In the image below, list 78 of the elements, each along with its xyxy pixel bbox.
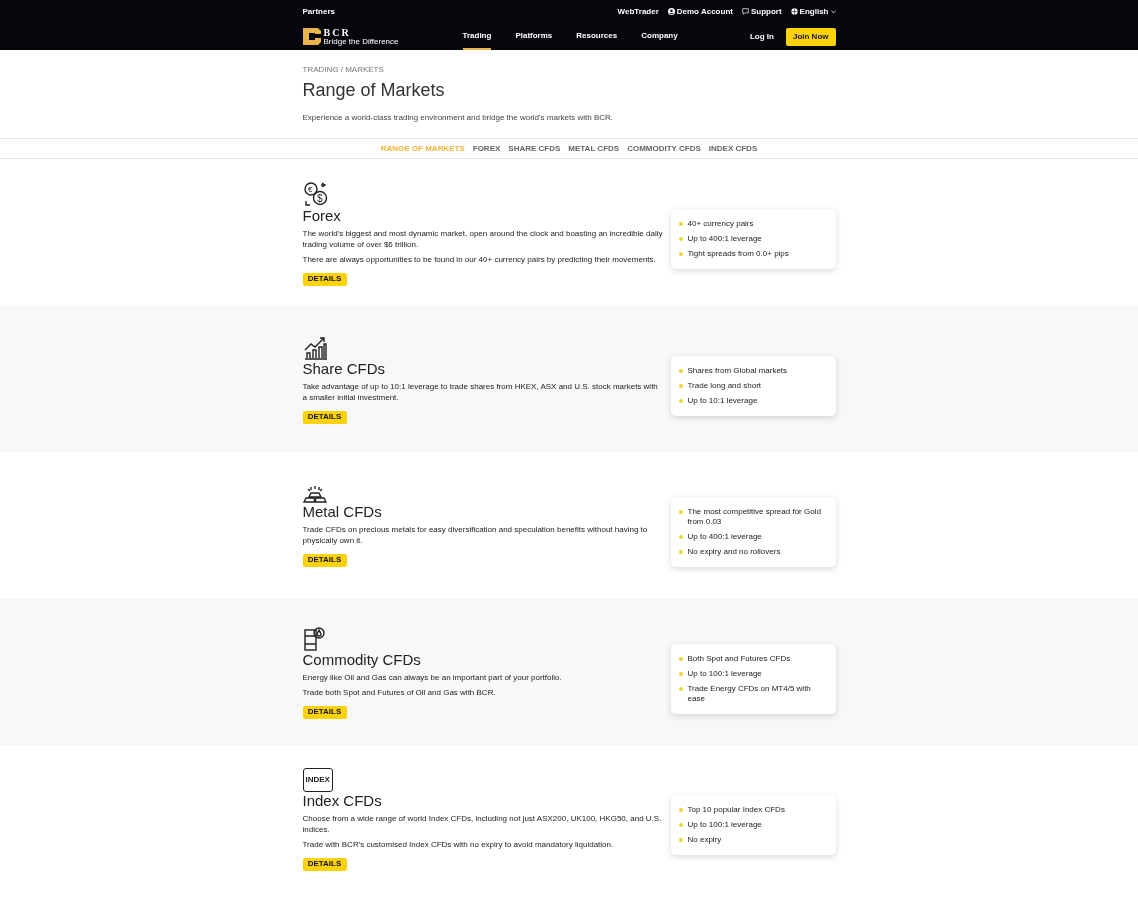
market-description: There are always opportunities to be found in our 40+ currency pairs by predicting their movements.: [302, 253, 657, 265]
details-button[interactable]: DETAILS: [302, 410, 347, 424]
section-tab[interactable]: FOREX: [472, 142, 501, 155]
growth-chart-icon: [302, 335, 329, 360]
logo-mark-icon: [302, 28, 321, 45]
bullet-icon: [678, 535, 683, 540]
top-link[interactable]: Support: [741, 5, 782, 18]
ingot-icon: [302, 485, 327, 503]
breadcrumb: TRADING / MARKETS: [302, 65, 385, 75]
market-description: Trade with BCR's customised Index CFDs with no expiry to avoid mandatory liquidation.: [302, 838, 615, 850]
feature-text: Tight spreads from 0.0+ pips: [687, 249, 789, 260]
market-description: Choose from a wide range of world Index CFDs, including not just ASX200, UK100, HKG50, and U.S. indices.: [302, 812, 663, 835]
market-description: Energy like Oil and Gas can always be an important part of your portfolio.: [302, 671, 563, 683]
bullet-icon: [678, 237, 683, 242]
bullet-icon: [678, 252, 683, 257]
bullet-icon: [678, 656, 683, 661]
feature-text: 40+ currency pairs: [687, 219, 754, 230]
join-button[interactable]: Join Now: [785, 27, 836, 46]
market-title: Share CFDs: [302, 359, 386, 378]
bullet-icon: [678, 550, 683, 555]
feature-text: The most competitive spread for Gold from 0.03: [687, 507, 822, 528]
top-link[interactable]: Demo Account: [667, 5, 733, 18]
bullet-icon: [678, 383, 683, 388]
top-link[interactable]: WebTrader: [617, 5, 659, 18]
nav-tab[interactable]: Platforms: [515, 23, 553, 50]
feature-text: Up to 400:1 leverage: [687, 532, 762, 543]
bullet-icon: [678, 398, 683, 403]
login-link[interactable]: Log In: [749, 30, 774, 43]
bullet-icon: [678, 838, 683, 843]
partners-link[interactable]: Partners: [302, 5, 335, 18]
feature-text: No expiry: [687, 835, 722, 846]
chat-icon: [741, 8, 749, 15]
details-button[interactable]: DETAILS: [302, 272, 347, 286]
market-title: Commodity CFDs: [302, 650, 421, 669]
page-title: Range of Markets: [302, 79, 446, 102]
section-tab[interactable]: COMMODITY CFDS: [627, 142, 701, 155]
details-button[interactable]: DETAILS: [302, 857, 347, 871]
section-tab[interactable]: METAL CFDS: [568, 142, 620, 155]
section-tab[interactable]: SHARE CFDS: [508, 142, 561, 155]
feature-text: Trade long and short: [687, 380, 762, 391]
feature-text: Up to 10:1 leverage: [687, 395, 758, 406]
feature-text: Up to 100:1 leverage: [687, 668, 762, 679]
user-icon: [667, 8, 675, 15]
details-button[interactable]: DETAILS: [302, 705, 347, 719]
bullet-icon: [678, 671, 683, 676]
market-title: Metal CFDs: [302, 502, 382, 521]
nav-tab[interactable]: Trading: [462, 23, 492, 50]
market-description: Take advantage of up to 10:1 leverage to trade shares from HKEX, ASX and U.S. stock markets with a smaller initial investment.: [302, 380, 659, 403]
feature-text: Shares from Global markets: [687, 365, 788, 376]
feature-text: No expiry and no rollovers: [687, 547, 781, 558]
market-description: The world's biggest and most dynamic market, open around the clock and boasting an incredible daily trading volume of over $6 trillion.: [302, 227, 663, 250]
feature-text: Up to 100:1 leverage: [687, 820, 762, 831]
oil-barrel-icon: [302, 626, 325, 651]
globe-icon: [790, 8, 798, 15]
feature-text: Trade Energy CFDs on MT4/5 with ease: [687, 683, 812, 704]
section-tab[interactable]: INDEX CFDS: [708, 142, 758, 155]
bullet-icon: [678, 368, 683, 373]
bullet-icon: [678, 808, 683, 813]
logo-tagline: Bridge the Difference: [323, 37, 399, 46]
intro-text: Experience a world-class trading environment and bridge the world's markets with BCR.: [302, 112, 615, 124]
market-title: Forex: [302, 206, 341, 225]
nav-tab[interactable]: Resources: [576, 23, 618, 50]
bullet-icon: [678, 686, 683, 691]
bullet-icon: [678, 510, 683, 515]
caret-icon: [830, 9, 836, 14]
bullet-icon: [678, 222, 683, 227]
feature-text: Up to 400:1 leverage: [687, 234, 762, 245]
market-description: Trade CFDs on precious metals for easy diversification and speculation benefits without having to physically own it.: [302, 523, 649, 546]
nav-tab[interactable]: Company: [641, 23, 678, 50]
feature-text: Both Spot and Futures CFDs: [687, 653, 791, 664]
market-title: Index CFDs: [302, 791, 382, 810]
market-description: Trade both Spot and Futures of Oil and Gas with BCR.: [302, 686, 497, 698]
details-button[interactable]: DETAILS: [302, 553, 347, 567]
top-link[interactable]: English: [790, 5, 836, 18]
feature-text: Top 10 popular Index CFDs: [687, 805, 785, 816]
logo-text: BCR: [323, 27, 352, 38]
bullet-icon: [678, 823, 683, 828]
index-icon: INDEX: [302, 767, 333, 792]
